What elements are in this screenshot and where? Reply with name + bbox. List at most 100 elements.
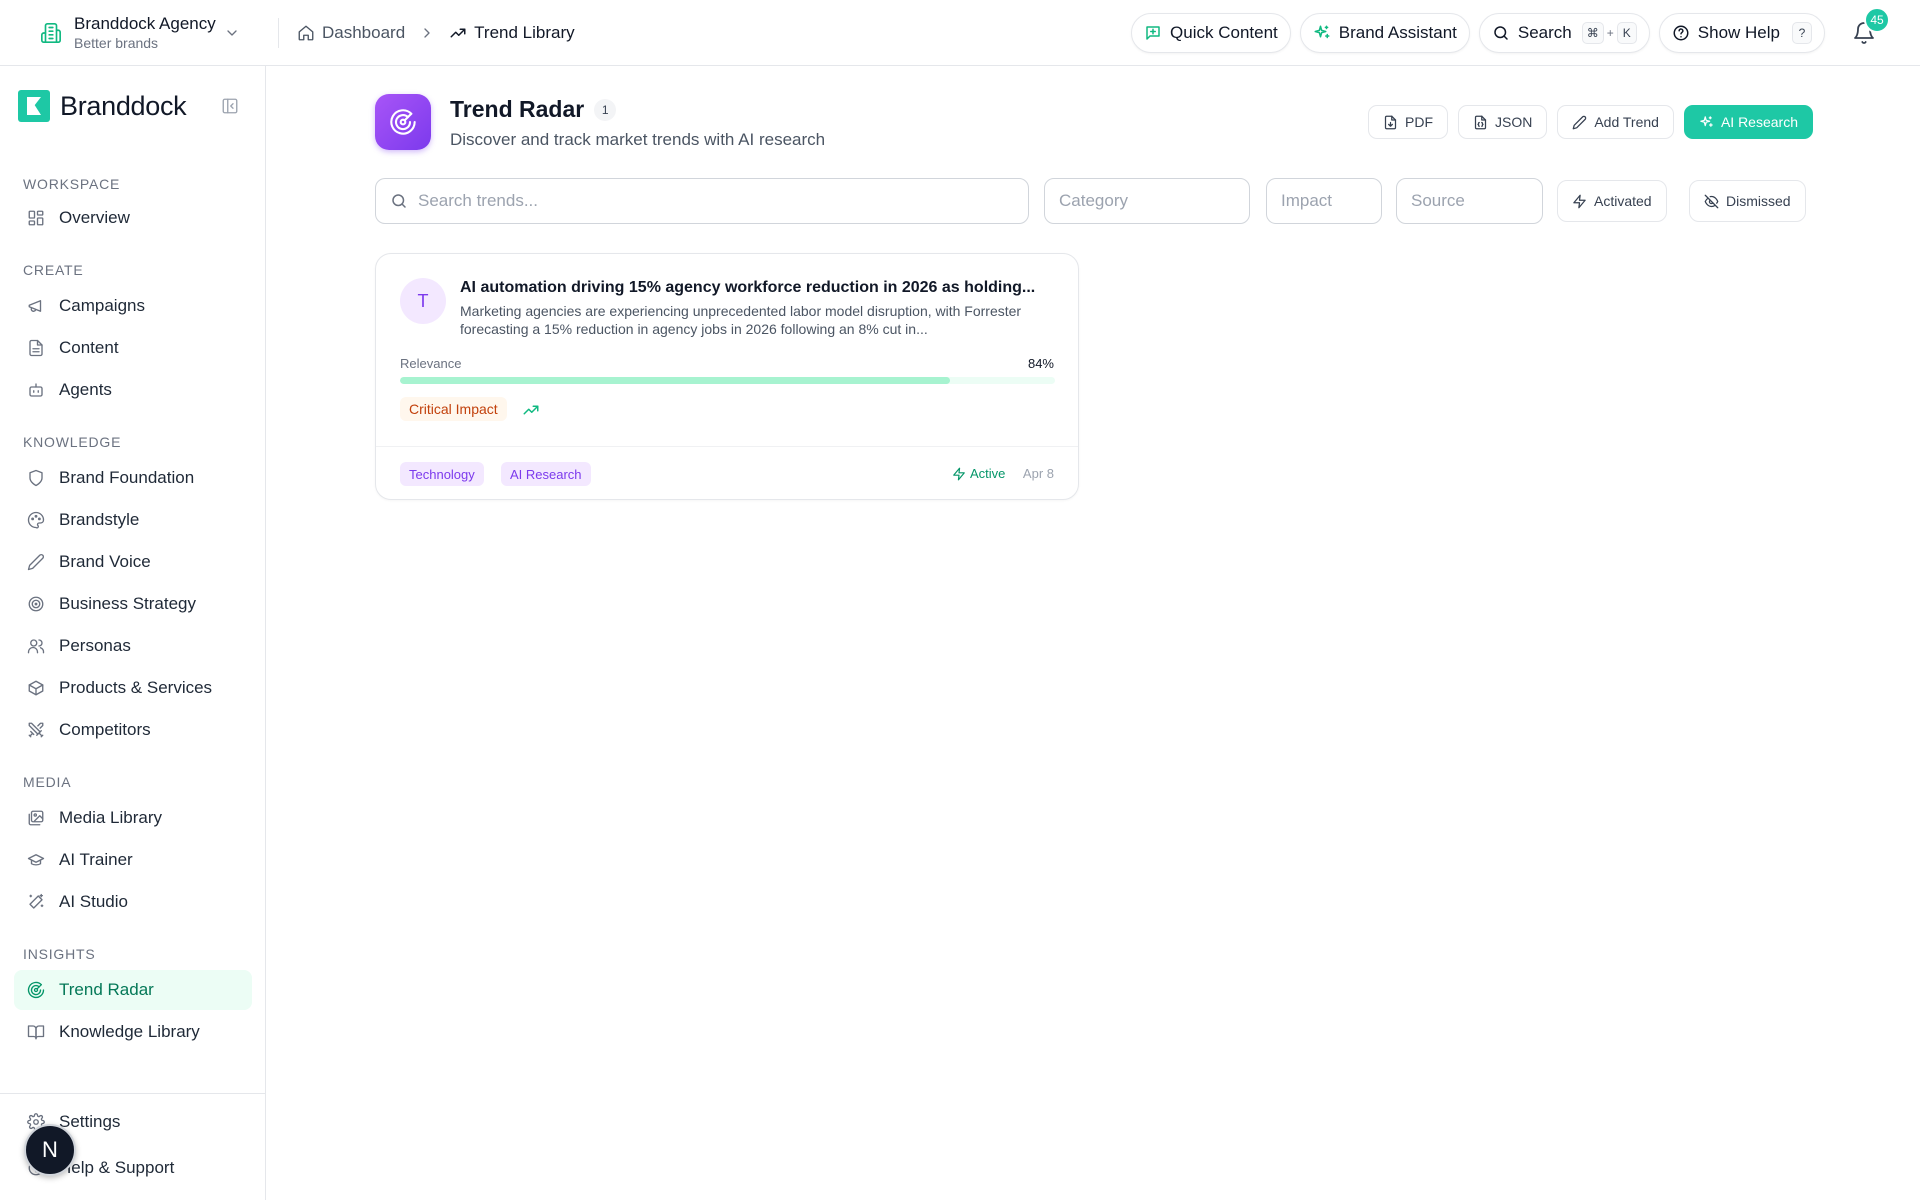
search-icon <box>1494 26 1508 40</box>
search-button[interactable]: Search ⌘ + K <box>1478 13 1650 53</box>
sidebar-item-ai-studio[interactable]: AI Studio <box>14 882 252 922</box>
show-help-button[interactable]: Show Help ? <box>1658 13 1825 53</box>
section-create: Create <box>23 262 84 278</box>
ai-research-button[interactable]: AI Research <box>1683 105 1813 139</box>
sidebar-item-brandstyle[interactable]: Brandstyle <box>14 500 252 540</box>
trend-date: Apr 8 <box>1022 466 1054 481</box>
trending-up-icon <box>450 28 466 37</box>
activated-filter-button[interactable]: Activated <box>1557 180 1667 222</box>
sidebar-item-label: Business Strategy <box>59 594 197 613</box>
page-subtitle: Discover and track market trends with AI… <box>450 130 826 149</box>
file-icon <box>1384 115 1397 129</box>
graduation-cap-icon <box>27 854 45 866</box>
book-icon <box>27 1025 45 1040</box>
org-text: Branddock Agency Better brands <box>74 14 216 52</box>
sparkles-icon <box>1314 25 1330 39</box>
help-circle-icon <box>1673 25 1689 41</box>
bot-icon <box>29 383 43 397</box>
pencil-icon <box>1572 115 1587 129</box>
dismissed-filter-button[interactable]: Dismissed <box>1689 180 1806 222</box>
relevance-bar-fill <box>400 377 951 384</box>
zap-icon <box>953 467 965 480</box>
search-icon <box>392 194 406 208</box>
relevance-value: 84% <box>1027 356 1054 371</box>
export-pdf-label: PDF <box>1405 114 1433 130</box>
sidebar-item-label: Help & Support <box>59 1158 175 1177</box>
add-trend-label: Add Trend <box>1594 114 1659 130</box>
trend-card[interactable]: T AI automation driving 15% agency workf… <box>375 253 1079 500</box>
dismissed-label: Dismissed <box>1726 193 1791 209</box>
section-knowledge: Knowledge <box>23 434 122 450</box>
sidebar-item-label: Personas <box>59 636 131 655</box>
sidebar-item-personas[interactable]: Personas <box>14 626 252 666</box>
tag-ai-research: AI Research <box>501 462 591 486</box>
home-icon <box>298 25 314 40</box>
sidebar-item-business-strategy[interactable]: Business Strategy <box>14 584 252 624</box>
filter-bar: Category Impact Source Activated Dismiss… <box>375 178 1813 224</box>
sidebar-item-knowledge-library[interactable]: Knowledge Library <box>14 1012 252 1052</box>
page-header: Trend Radar 1 Discover and track market … <box>375 94 1813 154</box>
source-select[interactable]: Source <box>1396 178 1543 224</box>
breadcrumb-dashboard[interactable]: Dashboard <box>297 23 405 43</box>
sidebar-nav: Workspace Overview Create Campaigns Cont… <box>0 174 266 1054</box>
org-name: Branddock Agency <box>74 13 216 33</box>
sidebar-item-label: AI Trainer <box>59 850 133 869</box>
breadcrumb-trend-library: Trend Library <box>449 23 575 43</box>
org-switcher[interactable]: Branddock Agency Better brands <box>40 14 250 52</box>
sidebar-item-label: Trend Radar <box>59 980 154 999</box>
sidebar-item-overview[interactable]: Overview <box>14 198 252 238</box>
sidebar-item-competitors[interactable]: Competitors <box>14 710 252 750</box>
sidebar-item-brand-voice[interactable]: Brand Voice <box>14 542 252 582</box>
users-icon <box>27 639 45 654</box>
target-icon <box>28 596 44 612</box>
sidebar-item-products-services[interactable]: Products & Services <box>14 668 252 708</box>
sidebar-item-label: Settings <box>59 1112 121 1131</box>
chevron-down-icon <box>224 25 240 41</box>
status-active: Active <box>952 466 1005 481</box>
trend-title: AI automation driving 15% agency workfor… <box>460 279 1036 296</box>
header-actions: PDF JSON Add Trend AI Research <box>1358 105 1813 139</box>
sidebar-item-brand-foundation[interactable]: Brand Foundation <box>14 458 252 498</box>
sidebar-item-media-library[interactable]: Media Library <box>14 798 252 838</box>
notifications-button[interactable]: 45 <box>1852 7 1890 45</box>
quick-content-button[interactable]: Quick Content <box>1131 13 1291 53</box>
sidebar-item-label: Brandstyle <box>59 510 140 529</box>
radar-icon <box>375 94 431 150</box>
sidebar: Branddock Workspace Overview Create Camp… <box>0 66 266 1200</box>
shield-icon <box>29 469 43 487</box>
sidebar-item-agents[interactable]: Agents <box>14 370 252 410</box>
impact-select[interactable]: Impact <box>1266 178 1382 224</box>
sidebar-collapse-icon[interactable] <box>221 97 239 115</box>
top-bar: Branddock Agency Better brands Dashboard… <box>0 0 1920 66</box>
user-avatar[interactable]: N <box>24 1124 76 1176</box>
export-pdf-button[interactable]: PDF <box>1368 105 1448 139</box>
add-trend-button[interactable]: Add Trend <box>1557 105 1674 139</box>
org-subtitle: Better brands <box>74 34 159 51</box>
wand-icon <box>29 893 44 909</box>
sidebar-item-trend-radar[interactable]: Trend Radar <box>14 970 252 1010</box>
brand-assistant-label: Brand Assistant <box>1338 23 1457 42</box>
export-json-button[interactable]: JSON <box>1458 105 1548 139</box>
sidebar-item-label: Overview <box>59 208 130 227</box>
logo[interactable]: Branddock <box>18 90 187 122</box>
sidebar-item-content[interactable]: Content <box>14 328 252 368</box>
ai-research-label: AI Research <box>1720 114 1798 130</box>
tag-technology: Technology <box>400 462 484 486</box>
impact-badge: Critical Impact <box>400 397 507 421</box>
sidebar-item-label: Competitors <box>59 720 151 739</box>
category-select[interactable]: Category <box>1044 178 1250 224</box>
card-divider <box>376 446 1078 447</box>
topbar-divider <box>278 17 279 48</box>
kbd-cmd: ⌘ <box>1581 22 1604 44</box>
kbd-plus: + <box>1606 26 1614 40</box>
search-trends-input[interactable] <box>418 191 998 211</box>
topbar-actions: Quick Content Brand Assistant Search ⌘ +… <box>1131 0 1920 66</box>
sidebar-item-campaigns[interactable]: Campaigns <box>14 286 252 326</box>
file-json-icon <box>1474 115 1487 129</box>
package-icon <box>28 680 44 696</box>
sidebar-item-label: Media Library <box>59 808 162 827</box>
sidebar-item-ai-trainer[interactable]: AI Trainer <box>14 840 252 880</box>
sidebar-item-label: AI Studio <box>59 892 128 911</box>
search-trends-box <box>375 178 1029 224</box>
brand-assistant-button[interactable]: Brand Assistant <box>1299 13 1470 53</box>
